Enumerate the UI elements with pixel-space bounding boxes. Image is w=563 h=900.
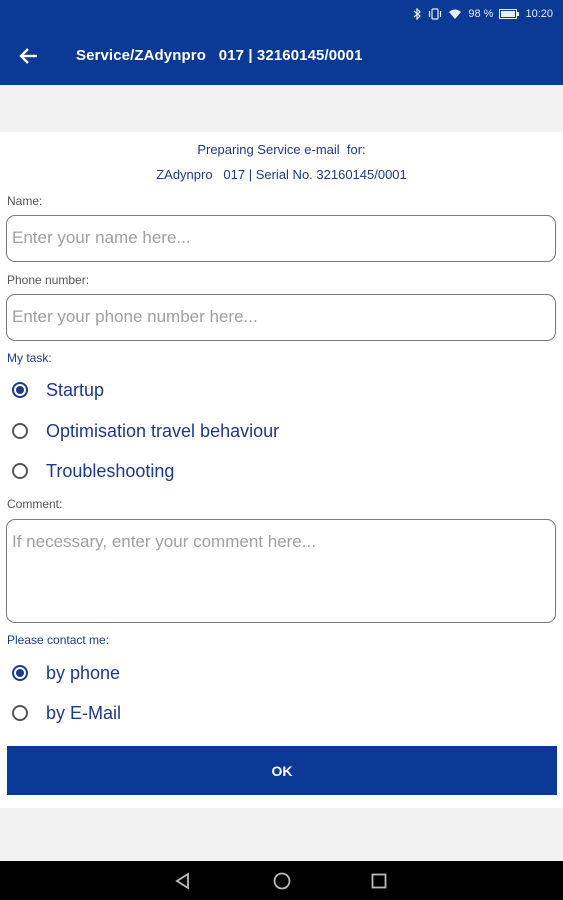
name-field-box [6, 215, 556, 262]
contact-option-phone[interactable]: by phone [12, 660, 120, 686]
contact-option-email[interactable]: by E-Mail [12, 700, 121, 726]
battery-icon [499, 9, 520, 19]
radio-unchecked-icon[interactable] [12, 463, 28, 479]
comment-textarea[interactable] [7, 520, 555, 622]
clock: 10:20 [525, 8, 553, 20]
nav-home-button[interactable] [272, 871, 292, 891]
task-option-startup[interactable]: Startup [12, 377, 104, 403]
status-bar: 98 % 10:20 [0, 0, 563, 28]
contact-option-label: by E-Mail [46, 702, 122, 723]
intro-line-2: ZAdynpro 017 | Serial No. 32160145/0001 [156, 167, 407, 182]
name-input[interactable] [7, 216, 555, 260]
phone-input[interactable] [7, 295, 555, 339]
arrow-left-icon [19, 48, 37, 64]
ok-button[interactable]: OK [7, 746, 557, 795]
wifi-icon [449, 9, 462, 19]
task-label: My task: [7, 351, 52, 365]
task-option-label: Startup [46, 379, 105, 400]
vibrate-icon [429, 8, 442, 20]
radio-checked-icon[interactable] [12, 665, 28, 681]
nav-recent-button[interactable] [369, 871, 389, 891]
bottom-spacer [0, 808, 563, 861]
task-option-label: Troubleshooting [46, 460, 175, 481]
phone-field-box [6, 294, 556, 341]
name-label: Name: [7, 194, 43, 208]
radio-unchecked-icon[interactable] [12, 705, 28, 721]
circle-home-icon [273, 872, 291, 890]
battery-percent: 98 % [468, 8, 494, 20]
app-bar: Service/ZAdynpro 017 | 32160145/0001 [0, 28, 563, 85]
contact-label: Please contact me: [7, 633, 110, 647]
task-option-troubleshooting[interactable]: Troubleshooting [12, 458, 174, 484]
phone-label: Phone number: [7, 273, 90, 287]
radio-unchecked-icon[interactable] [12, 423, 28, 439]
app-title: Service/ZAdynpro 017 | 32160145/0001 [76, 47, 363, 64]
comment-field-box [6, 519, 556, 623]
contact-option-label: by phone [46, 662, 121, 683]
navigation-bar [0, 861, 563, 900]
square-recent-icon [371, 873, 387, 889]
nav-back-button[interactable] [173, 871, 193, 891]
task-option-optimisation[interactable]: Optimisation travel behaviour [12, 418, 279, 444]
comment-label: Comment: [7, 497, 63, 511]
status-icons: 98 % 10:20 [412, 8, 553, 20]
radio-checked-icon[interactable] [12, 382, 28, 398]
bluetooth-icon [414, 8, 422, 20]
triangle-back-icon [175, 872, 189, 890]
top-spacer [0, 85, 563, 132]
intro-line-1: Preparing Service e-mail for: [197, 142, 366, 157]
task-option-label: Optimisation travel behaviour [46, 420, 280, 441]
back-button[interactable] [14, 42, 44, 72]
